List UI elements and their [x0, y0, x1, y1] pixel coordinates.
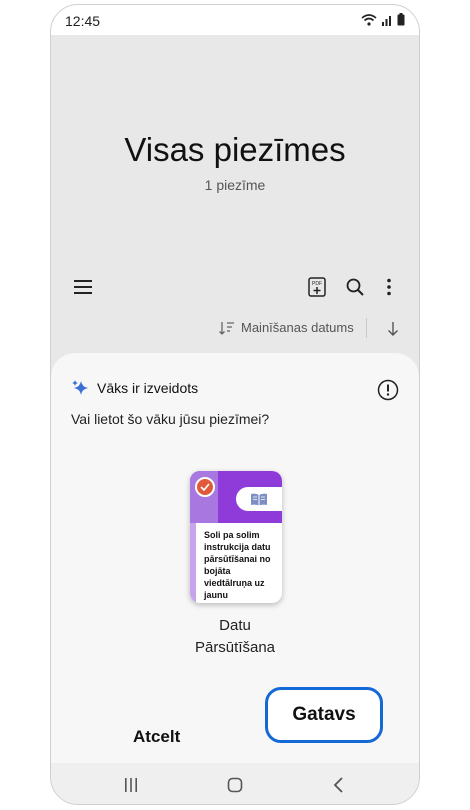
back-icon[interactable]	[327, 773, 351, 797]
recent-apps-icon[interactable]	[119, 773, 143, 797]
sort-divider	[366, 318, 367, 338]
cover-description: Soli pa solim instrukcija datu pārsūtīša…	[204, 530, 271, 603]
open-book-icon	[251, 493, 267, 505]
status-time: 12:45	[65, 13, 101, 29]
navigation-bar	[51, 763, 419, 804]
cover-preview-card[interactable]: Soli pa solim instrukcija datu pārsūtīša…	[190, 471, 282, 603]
page-title: Visas piezīmes	[124, 131, 346, 168]
sparkle-ai-icon	[72, 380, 88, 395]
sort-button[interactable]: Mainīšanas datums	[219, 320, 354, 335]
sheet-title-row: Vāks ir izveidots	[71, 379, 198, 397]
sheet-title: Vāks ir izveidots	[97, 380, 199, 396]
info-icon[interactable]	[377, 379, 399, 401]
battery-icon	[397, 13, 405, 26]
cover-strip	[190, 523, 196, 603]
cover-created-sheet: Vāks ir izveidots Vai lietot šo vāku jūs…	[51, 353, 419, 763]
done-button[interactable]: Gatavs	[265, 687, 383, 743]
cover-name-line1: Datu	[219, 617, 251, 634]
signal-icon	[382, 15, 391, 26]
cover-name-line2: Pārsūtīšana	[194, 639, 276, 656]
status-icons	[361, 13, 405, 26]
pdf-add-icon[interactable]: PDF	[305, 275, 329, 299]
more-vertical-icon[interactable]	[377, 275, 401, 299]
home-icon[interactable]	[223, 773, 247, 797]
status-bar: 12:45	[51, 5, 419, 35]
wifi-icon	[361, 13, 377, 26]
book-icon-pill	[236, 487, 282, 511]
sheet-question: Vai lietot šo vāku jūsu piezīmei?	[71, 411, 270, 427]
cancel-button[interactable]: Atcelt	[133, 727, 180, 747]
sort-direction-icon[interactable]	[383, 318, 403, 340]
hamburger-menu-icon[interactable]	[71, 275, 95, 299]
note-count: 1 piezīme	[204, 177, 266, 193]
notes-header-area	[51, 35, 419, 365]
selected-check-icon	[195, 477, 215, 497]
sort-label: Mainīšanas datums	[241, 320, 354, 335]
svg-text:PDF: PDF	[312, 281, 322, 287]
search-icon[interactable]	[343, 275, 367, 299]
phone-frame: 12:45 Visas piezīmes 1 piezīme PDF Mainī…	[50, 4, 420, 805]
cover-name: Datu Pārsūtīšana	[51, 615, 419, 659]
sort-icon	[219, 321, 234, 335]
